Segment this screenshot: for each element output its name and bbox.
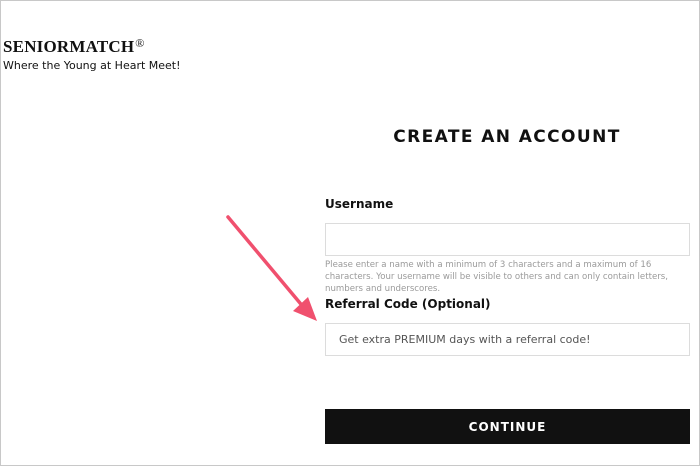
brand-tagline: Where the Young at Heart Meet!	[3, 59, 181, 72]
referral-code-label: Referral Code (Optional)	[325, 297, 491, 311]
referral-code-input[interactable]	[325, 323, 690, 356]
brand-name-text: SENIORMATCH	[3, 37, 135, 56]
arrow-head	[293, 297, 317, 321]
brand-logo[interactable]: SENIORMATCH® Where the Young at Heart Me…	[3, 36, 181, 72]
username-help-text: Please enter a name with a minimum of 3 …	[325, 260, 668, 294]
brand-name: SENIORMATCH®	[3, 36, 181, 57]
username-label: Username	[325, 197, 394, 211]
page-title: CREATE AN ACCOUNT	[393, 127, 621, 147]
arrow-shaft	[226, 215, 307, 311]
username-input[interactable]	[325, 223, 690, 256]
registered-mark: ®	[135, 36, 145, 50]
continue-button[interactable]: CONTINUE	[325, 409, 690, 444]
